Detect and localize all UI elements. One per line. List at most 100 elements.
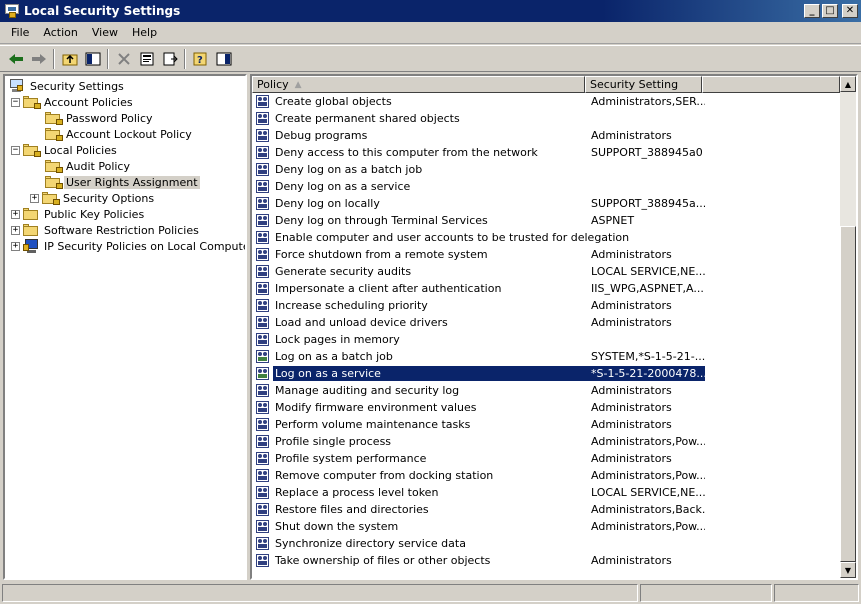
collapse-icon[interactable]: − (11, 97, 20, 107)
policy-row[interactable]: Take ownership of files or other objects… (255, 552, 705, 569)
policy-row[interactable]: Restore files and directories Administrat… (255, 501, 705, 518)
toolbar: ? (0, 45, 861, 72)
user-rights-policy-icon (255, 145, 271, 160)
tree-node-user-rights-assignment[interactable]: User Rights Assignment (45, 174, 200, 190)
policy-row[interactable]: Log on as a batch job SYSTEM,*S-1-5-21-..… (255, 348, 705, 365)
menu-help[interactable]: Help (125, 24, 164, 41)
forward-button[interactable] (27, 48, 50, 70)
policy-name: Deny log on as a batch job (275, 163, 423, 176)
user-rights-policy-icon (255, 417, 271, 432)
column-header-security-setting[interactable]: Security Setting (585, 76, 702, 93)
policy-row[interactable]: Deny log on locally SUPPORT_388945a... (255, 195, 705, 212)
policy-row[interactable]: Modify firmware environment values Admini… (255, 399, 705, 416)
policy-row[interactable]: Synchronize directory service data (255, 535, 705, 552)
back-button[interactable] (4, 48, 27, 70)
policy-row[interactable]: Impersonate a client after authenticatio… (255, 280, 705, 297)
policy-security-setting: Administrators (591, 554, 672, 567)
export-list-button[interactable] (158, 48, 181, 70)
tree-node-public-key-policies[interactable]: + Public Key Policies (11, 206, 146, 222)
properties-button[interactable] (135, 48, 158, 70)
tree-node-security-options[interactable]: + Security Options (30, 190, 156, 206)
policy-list[interactable]: Policy ▲ Security Setting Create global … (250, 74, 858, 580)
policy-row[interactable]: Log on as a service *S-1-5-21-2000478... (255, 365, 705, 382)
policy-security-setting: Administrators (591, 248, 672, 261)
tree-node-account-lockout-policy[interactable]: Account Lockout Policy (45, 126, 194, 142)
policy-security-setting: SUPPORT_388945a... (591, 197, 705, 210)
show-hide-tree-button[interactable] (81, 48, 104, 70)
policy-row[interactable]: Profile single process Administrators,Pow… (255, 433, 705, 450)
policy-row[interactable]: Remove computer from docking station Admi… (255, 467, 705, 484)
user-rights-policy-icon (255, 553, 271, 568)
policy-row[interactable]: Load and unload device drivers Administra… (255, 314, 705, 331)
policy-name: Create permanent shared objects (275, 112, 460, 125)
tree-node-security-settings[interactable]: Security Settings (9, 78, 126, 94)
console-tree[interactable]: Security Settings − Account Policies Pas… (3, 74, 247, 580)
tree-node-label: User Rights Assignment (64, 175, 200, 189)
policy-row[interactable]: Create global objects Administrators,SER.… (255, 93, 705, 110)
policy-security-setting: Administrators,Pow... (591, 469, 705, 482)
user-rights-policy-icon (255, 213, 271, 228)
policy-name: Synchronize directory service data (275, 537, 466, 550)
policy-row[interactable]: Deny log on as a service (255, 178, 705, 195)
policy-row[interactable]: Deny log on through Terminal Services ASP… (255, 212, 705, 229)
policy-name: Replace a process level token (275, 486, 439, 499)
scroll-thumb[interactable] (840, 226, 856, 562)
policy-row[interactable]: Force shutdown from a remote system Admin… (255, 246, 705, 263)
close-button[interactable]: ✕ (842, 4, 858, 18)
collapse-icon[interactable]: − (11, 145, 20, 155)
scroll-up-button[interactable]: ▲ (840, 76, 856, 92)
policy-row[interactable]: Perform volume maintenance tasks Administ… (255, 416, 705, 433)
policy-security-setting (589, 339, 705, 341)
policy-row[interactable]: Profile system performance Administrators (255, 450, 705, 467)
show-console-button[interactable] (212, 48, 235, 70)
expand-icon[interactable]: + (11, 241, 20, 251)
tree-node-ip-security-policies[interactable]: + IP Security Policies on Local Computer (11, 238, 247, 254)
tree-node-label: IP Security Policies on Local Computer (44, 239, 247, 253)
policy-name: Impersonate a client after authenticatio… (275, 282, 502, 295)
tree-node-audit-policy[interactable]: Audit Policy (45, 158, 132, 174)
minimize-button[interactable]: _ (804, 4, 820, 18)
help-button[interactable]: ? (189, 48, 212, 70)
policy-security-setting (589, 169, 705, 171)
sort-ascending-icon: ▲ (294, 79, 302, 90)
policy-row[interactable]: Enable computer and user accounts to be … (255, 229, 705, 246)
policy-row[interactable]: Shut down the system Administrators,Pow..… (255, 518, 705, 535)
local-security-settings-app-icon[interactable] (4, 3, 20, 19)
policy-row[interactable]: Create permanent shared objects (255, 110, 705, 127)
status-bar (0, 582, 861, 604)
tree-node-password-policy[interactable]: Password Policy (45, 110, 155, 126)
expand-icon[interactable]: + (11, 209, 20, 219)
policy-security-setting: Administrators,SER... (591, 95, 705, 108)
user-rights-policy-icon (255, 281, 271, 296)
expand-icon[interactable]: + (11, 225, 20, 235)
user-rights-policy-icon (255, 162, 271, 177)
tree-node-local-policies[interactable]: − Local Policies (11, 142, 119, 158)
maximize-button[interactable]: □ (822, 4, 838, 18)
toolbar-separator (53, 48, 55, 69)
status-cell-secondary (640, 584, 772, 602)
policy-security-setting: Administrators (591, 418, 672, 431)
policy-row[interactable]: Increase scheduling priority Administrato… (255, 297, 705, 314)
tree-node-account-policies[interactable]: − Account Policies (11, 94, 135, 110)
policy-row[interactable]: Deny log on as a batch job (255, 161, 705, 178)
menu-file[interactable]: File (4, 24, 36, 41)
show-console-icon (216, 52, 231, 65)
policy-row[interactable]: Debug programs Administrators (255, 127, 705, 144)
policy-row[interactable]: Replace a process level token LOCAL SERVI… (255, 484, 705, 501)
tree-node-label: Password Policy (66, 111, 153, 125)
column-header-policy[interactable]: Policy ▲ (252, 76, 585, 93)
status-cell-main (2, 584, 638, 602)
expand-icon[interactable]: + (30, 193, 39, 203)
policy-row[interactable]: Lock pages in memory (255, 331, 705, 348)
vertical-scrollbar[interactable]: ▲ ▼ (840, 76, 856, 578)
policy-row[interactable]: Generate security audits LOCAL SERVICE,NE… (255, 263, 705, 280)
tree-node-software-restriction-policies[interactable]: + Software Restriction Policies (11, 222, 201, 238)
policy-row[interactable]: Manage auditing and security log Administ… (255, 382, 705, 399)
menu-action[interactable]: Action (36, 24, 84, 41)
policy-row[interactable]: Deny access to this computer from the ne… (255, 144, 705, 161)
up-one-level-button[interactable] (58, 48, 81, 70)
delete-button[interactable] (112, 48, 135, 70)
menu-view[interactable]: View (85, 24, 125, 41)
policy-security-setting: Administrators,Pow... (591, 520, 705, 533)
scroll-down-button[interactable]: ▼ (840, 562, 856, 578)
